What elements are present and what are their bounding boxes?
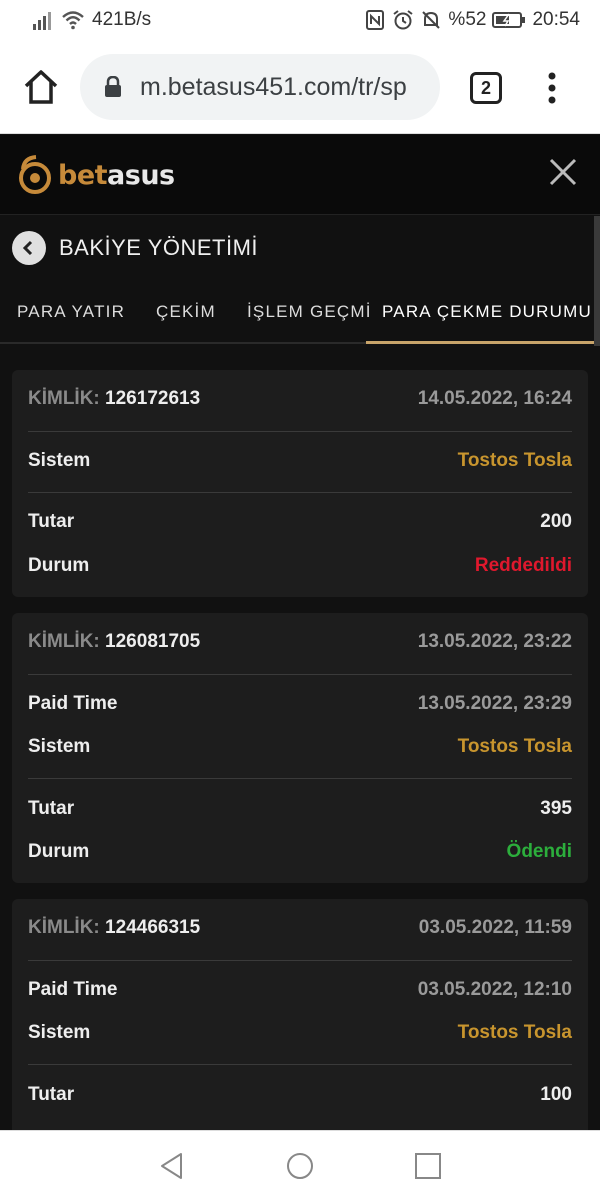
withdrawal-id: 126172613 [105, 388, 201, 409]
system-label: Sistem [28, 736, 91, 757]
card-header-row: KİMLİK: 126081705 13.05.2022, 23:22 [28, 622, 572, 662]
amount-row: Tutar 200 [28, 502, 572, 542]
logo-text-bet: bet [58, 159, 108, 191]
nav-recents-icon[interactable] [413, 1151, 443, 1181]
divider [28, 674, 572, 675]
divider [28, 431, 572, 432]
address-bar[interactable]: m.betasus451.com/tr/sp [80, 54, 440, 120]
system-label: Sistem [28, 1022, 91, 1043]
amount-value: 200 [540, 511, 572, 532]
battery-icon [492, 12, 526, 28]
withdrawal-list: KİMLİK: 126172613 14.05.2022, 16:24 Sist… [0, 346, 600, 1130]
paid-time-row: Paid Time 03.05.2022, 12:10 [28, 970, 572, 1010]
app-header: betasus [0, 135, 600, 215]
system-nav-bar [0, 1130, 600, 1200]
withdrawal-card: KİMLİK: 124466315 03.05.2022, 11:59 Paid… [12, 899, 588, 1130]
paid-time-row: Paid Time 13.05.2022, 23:29 [28, 684, 572, 724]
withdrawal-id: 126081705 [105, 631, 201, 652]
back-button[interactable] [12, 231, 46, 265]
amount-value: 100 [540, 1084, 572, 1105]
amount-label: Tutar [28, 798, 75, 819]
page-title-bar: BAKİYE YÖNETİMİ [0, 216, 600, 280]
system-value: Tostos Tosla [457, 450, 572, 471]
status-value-paid: Ödendi [506, 841, 572, 862]
paid-time-value: 03.05.2022, 12:10 [417, 979, 572, 1000]
active-tab-indicator [366, 341, 600, 344]
system-row: Sistem Tostos Tosla [28, 441, 572, 481]
amount-row: Tutar 395 [28, 789, 572, 829]
withdrawal-card: KİMLİK: 126172613 14.05.2022, 16:24 Sist… [12, 370, 588, 597]
tab-bar: PARA YATIR ÇEKİM İŞLEM GEÇMİ PARA ÇEKME … [0, 280, 600, 344]
divider [28, 1064, 572, 1065]
paid-time-value: 13.05.2022, 23:29 [417, 693, 572, 714]
divider [28, 960, 572, 961]
alarm-icon [393, 10, 414, 30]
amount-value: 395 [540, 798, 572, 819]
brand-logo[interactable]: betasus [18, 153, 175, 197]
status-row: Durum Reddedildi [28, 546, 572, 586]
id-label: KİMLİK: [28, 631, 100, 652]
system-value: Tostos Tosla [457, 736, 572, 757]
tab-switcher-button[interactable]: 2 [470, 72, 502, 104]
paid-time-label: Paid Time [28, 693, 118, 714]
page-title: BAKİYE YÖNETİMİ [59, 235, 259, 260]
status-label: Durum [28, 841, 90, 862]
status-row: Durum Ödendi [28, 832, 572, 872]
amount-label: Tutar [28, 1084, 75, 1105]
withdrawal-id: 124466315 [105, 917, 201, 938]
home-icon[interactable] [22, 68, 60, 106]
tab-withdraw-status[interactable]: PARA ÇEKME DURUMU [382, 302, 592, 322]
status-value-rejected: Reddedildi [474, 555, 572, 576]
system-value: Tostos Tosla [457, 1022, 572, 1043]
system-row: Sistem Tostos Tosla [28, 727, 572, 767]
withdrawal-date: 03.05.2022, 11:59 [418, 917, 572, 938]
nav-home-icon[interactable] [285, 1151, 315, 1181]
tab-transaction-history[interactable]: İŞLEM GEÇMİ [247, 302, 372, 322]
lock-icon [105, 76, 121, 97]
logo-mark-icon [19, 155, 51, 194]
card-header-row: KİMLİK: 126172613 14.05.2022, 16:24 [28, 379, 572, 419]
status-bar: 421B/s %52 20:54 [0, 0, 600, 40]
status-label: Durum [28, 555, 90, 576]
more-menu-icon[interactable] [540, 70, 564, 106]
tab-deposit[interactable]: PARA YATIR [17, 302, 125, 322]
id-label: KİMLİK: [28, 917, 100, 938]
chevron-left-icon [22, 240, 33, 256]
browser-toolbar: m.betasus451.com/tr/sp 2 [0, 40, 600, 134]
network-speed: 421B/s [92, 9, 152, 30]
tab-withdraw[interactable]: ÇEKİM [156, 302, 216, 322]
battery-percent: %52 [448, 9, 487, 30]
withdrawal-date: 14.05.2022, 16:24 [417, 388, 572, 409]
url-text[interactable]: m.betasus451.com/tr/sp [140, 73, 430, 102]
paid-time-label: Paid Time [28, 979, 118, 1000]
mute-bell-icon [422, 11, 441, 29]
nav-back-icon[interactable] [157, 1151, 187, 1181]
system-row: Sistem Tostos Tosla [28, 1013, 572, 1053]
nfc-icon [366, 10, 385, 30]
logo-text-asus: asus [107, 159, 175, 191]
system-label: Sistem [28, 450, 91, 471]
wifi-icon [62, 11, 84, 30]
card-header-row: KİMLİK: 124466315 03.05.2022, 11:59 [28, 908, 572, 948]
divider [28, 778, 572, 779]
close-icon[interactable] [548, 157, 578, 187]
withdrawal-date: 13.05.2022, 23:22 [417, 631, 572, 652]
clock: 20:54 [532, 9, 580, 30]
amount-label: Tutar [28, 511, 75, 532]
amount-row: Tutar 100 [28, 1075, 572, 1115]
id-label: KİMLİK: [28, 388, 100, 409]
withdrawal-card: KİMLİK: 126081705 13.05.2022, 23:22 Paid… [12, 613, 588, 883]
signal-icon [33, 12, 51, 30]
divider [28, 492, 572, 493]
